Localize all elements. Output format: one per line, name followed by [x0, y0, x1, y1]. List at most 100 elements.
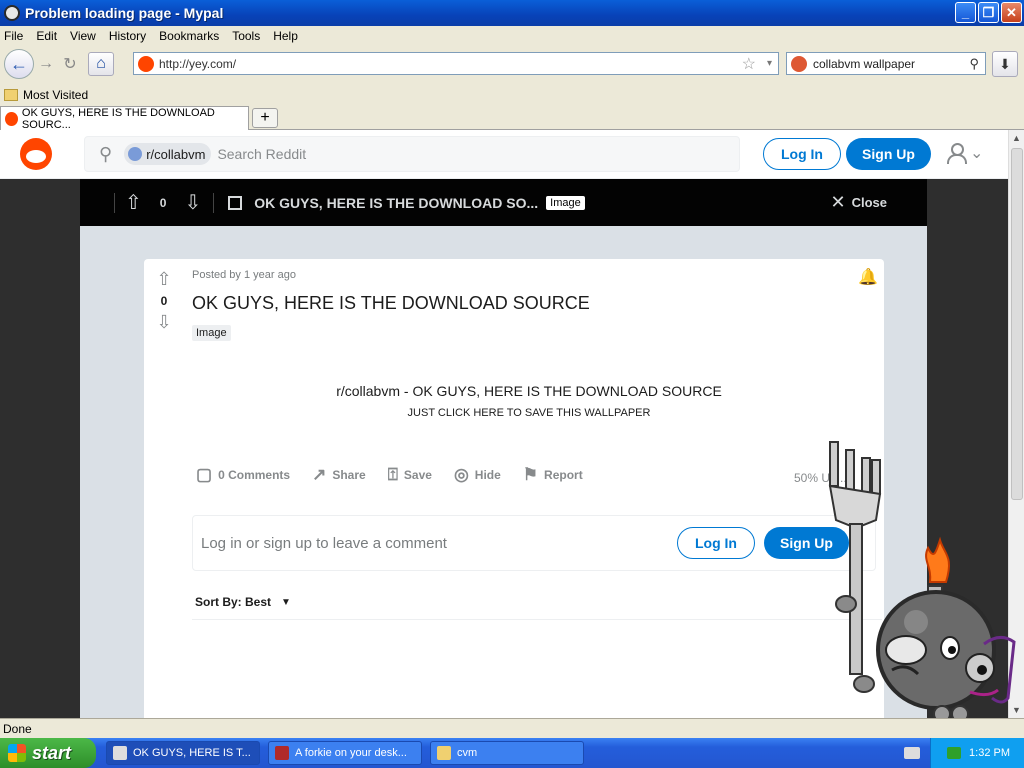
- tab-active[interactable]: OK GUYS, HERE IS THE DOWNLOAD SOURC...: [0, 106, 249, 131]
- search-icon: ⚲: [99, 143, 113, 164]
- share-label: Share: [332, 468, 366, 482]
- search-bar[interactable]: collabvm wallpaper ⚲: [786, 52, 986, 75]
- status-text: Done: [3, 721, 32, 736]
- divider: [114, 192, 115, 213]
- reddit-favicon-icon: [5, 111, 18, 126]
- share-icon: ↗: [312, 465, 327, 484]
- navigation-toolbar: ← → ↻ ⌂ http://yey.com/ ☆ ▾ collabvm wal…: [0, 46, 1024, 82]
- url-text: http://yey.com/: [159, 56, 237, 71]
- reload-button[interactable]: ↻: [58, 52, 82, 76]
- upvote-icon[interactable]: ⇧: [152, 269, 176, 290]
- reddit-header: ⚲ r/collabvm Search Reddit Log In Sign U…: [0, 130, 1008, 179]
- menu-help[interactable]: Help: [273, 29, 298, 43]
- status-bar: Done: [0, 718, 1024, 738]
- menu-view[interactable]: View: [70, 29, 96, 43]
- menu-edit[interactable]: Edit: [36, 29, 57, 43]
- bookmark-star-icon[interactable]: ☆: [742, 54, 756, 74]
- restore-button[interactable]: ❐: [978, 2, 999, 23]
- taskbar-item-cvm[interactable]: cvm: [430, 741, 584, 765]
- reddit-search-placeholder: Search Reddit: [217, 146, 307, 162]
- menu-bookmarks[interactable]: Bookmarks: [159, 29, 219, 43]
- scroll-up-icon[interactable]: ▲: [1012, 133, 1021, 143]
- embed-subtitle[interactable]: JUST CLICK HERE TO SAVE THIS WALLPAPER: [144, 407, 914, 419]
- system-tray: 1:32 PM: [930, 738, 1024, 768]
- menu-tools[interactable]: Tools: [232, 29, 260, 43]
- taskbar: start OK GUYS, HERE IS T... A forkie on …: [0, 738, 1024, 768]
- chevron-down-icon: ⌄: [970, 145, 984, 162]
- reddit-logo-icon[interactable]: [20, 138, 52, 170]
- taskbar-item-forkie[interactable]: A forkie on your desk...: [268, 741, 422, 765]
- vote-count: 0: [159, 195, 167, 210]
- downvote-icon[interactable]: ⇩: [184, 190, 201, 215]
- close-window-button[interactable]: ✕: [1001, 2, 1022, 23]
- tab-label: OK GUYS, HERE IS THE DOWNLOAD SOURC...: [21, 106, 215, 131]
- post-meta: Posted by 1 year ago: [192, 269, 296, 281]
- start-button[interactable]: start: [0, 738, 96, 768]
- mypal-app-icon: [4, 5, 20, 21]
- post-title: OK GUYS, HERE IS THE DOWNLOAD SOURCE: [192, 293, 590, 313]
- menu-file[interactable]: File: [4, 29, 23, 43]
- bookmark-most-visited[interactable]: Most Visited: [23, 88, 88, 102]
- menu-history[interactable]: History: [109, 29, 146, 43]
- report-button[interactable]: ⚑ Report: [523, 465, 583, 485]
- embed-title[interactable]: r/collabvm - OK GUYS, HERE IS THE DOWNLO…: [144, 383, 914, 399]
- bookmarks-toolbar: Most Visited: [0, 84, 1024, 106]
- keyboard-icon[interactable]: [904, 747, 920, 759]
- comments-button[interactable]: ▢ 0 Comments: [196, 465, 290, 485]
- upvote-icon[interactable]: ⇧: [125, 190, 142, 215]
- minimize-button[interactable]: _: [955, 2, 976, 23]
- save-label: Save: [403, 468, 432, 482]
- taskbar-item-label: A forkie on your desk...: [295, 747, 407, 759]
- taskbar-item-browser[interactable]: OK GUYS, HERE IS T...: [106, 741, 260, 765]
- downvote-icon[interactable]: ⇩: [152, 312, 176, 333]
- new-tab-button[interactable]: +: [252, 108, 278, 128]
- forward-arrow-icon: →: [38, 55, 54, 72]
- notification-bell-icon[interactable]: 🔔: [858, 267, 878, 287]
- downloads-button[interactable]: ⬇: [992, 51, 1018, 77]
- forward-button[interactable]: →: [34, 52, 58, 76]
- header-signup-button[interactable]: Sign Up: [846, 138, 931, 170]
- comment-prompt-text: Log in or sign up to leave a comment: [201, 534, 447, 552]
- network-icon[interactable]: [947, 747, 962, 759]
- comment-icon: ▢: [196, 465, 213, 484]
- save-button[interactable]: ⍐ Save: [388, 465, 432, 485]
- sort-dropdown[interactable]: Sort By: Best ▼: [195, 595, 291, 609]
- report-label: Report: [544, 468, 583, 482]
- close-post-button[interactable]: ✕ Close: [831, 192, 888, 213]
- home-button[interactable]: ⌂: [88, 52, 114, 76]
- user-icon: [946, 142, 967, 164]
- sort-label: Sort By: Best: [195, 595, 272, 609]
- subreddit-chip-label: r/collabvm: [146, 146, 206, 162]
- share-button[interactable]: ↗ Share: [312, 465, 366, 485]
- post-card: ⇧ 0 ⇩ Posted by 1 year ago 🔔 OK GUYS, HE…: [144, 259, 884, 718]
- back-button[interactable]: ←: [4, 49, 34, 79]
- header-login-button[interactable]: Log In: [763, 138, 841, 170]
- comment-prompt-box: Log in or sign up to leave a comment Log…: [192, 515, 876, 571]
- menu-bar: File Edit View History Bookmarks Tools H…: [0, 26, 1024, 46]
- reload-icon: ↻: [63, 56, 77, 73]
- eye-icon: ◎: [453, 465, 469, 484]
- search-query: collabvm wallpaper: [813, 56, 916, 71]
- clock[interactable]: 1:32 PM: [969, 747, 1010, 759]
- back-arrow-icon: ←: [10, 53, 28, 74]
- comment-login-button[interactable]: Log In: [677, 527, 755, 559]
- forkie-mascot-image[interactable]: [820, 436, 1020, 726]
- window-controls: _ ❐ ✕: [955, 2, 1022, 23]
- post-actions: ▢ 0 Comments ↗ Share ⍐ Save ◎ Hide ⚑ Rep…: [196, 465, 583, 485]
- tab-strip: OK GUYS, HERE IS THE DOWNLOAD SOURC... +: [0, 106, 1024, 131]
- search-icon[interactable]: ⚲: [969, 56, 979, 72]
- post-flair: Image: [192, 325, 231, 341]
- reddit-search-bar[interactable]: ⚲ r/collabvm Search Reddit: [84, 136, 740, 172]
- site-favicon-icon: [138, 55, 154, 72]
- url-bar[interactable]: http://yey.com/ ☆ ▾: [133, 52, 779, 75]
- post-overlay: ⇧ 0 ⇩ OK GUYS, HERE IS THE DOWNLOAD SO..…: [80, 179, 927, 718]
- duckduckgo-icon[interactable]: [791, 55, 807, 72]
- comments-label: 0 Comments: [218, 468, 291, 482]
- post-vote-count: 0: [160, 294, 168, 308]
- user-menu[interactable]: ⌄: [946, 142, 983, 164]
- hide-button[interactable]: ◎ Hide: [454, 465, 501, 485]
- divider: [213, 192, 215, 213]
- subreddit-chip[interactable]: r/collabvm: [124, 143, 212, 165]
- folder-icon: [437, 746, 451, 760]
- url-dropdown-icon[interactable]: ▾: [767, 58, 772, 69]
